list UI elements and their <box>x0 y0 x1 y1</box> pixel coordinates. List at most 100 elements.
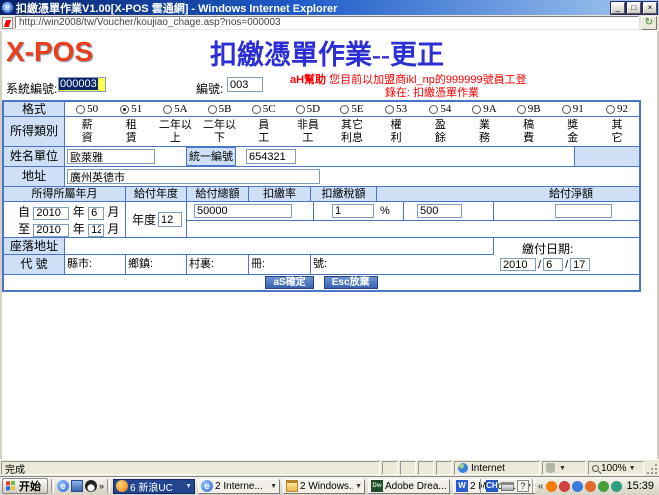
from-month-input[interactable] <box>88 207 104 220</box>
word-icon: W <box>456 480 468 492</box>
format-radio-91[interactable]: 91 <box>551 102 595 116</box>
system-no-input[interactable]: 000003 <box>58 77 106 92</box>
address-row <box>65 167 639 187</box>
qq-icon[interactable] <box>85 480 97 492</box>
uniform-no-input[interactable] <box>246 149 296 164</box>
zoom-control[interactable]: 100% ▼ <box>588 461 644 475</box>
code-field-1[interactable]: 縣市: <box>65 255 126 274</box>
radio-icon <box>385 105 394 114</box>
address-input[interactable]: http://win2008/tw/Voucher/koujiao_chage.… <box>15 16 639 29</box>
alert-icon[interactable] <box>585 481 596 492</box>
protected-mode-panel[interactable]: ▼ <box>542 461 586 475</box>
pay-date-day-input[interactable] <box>570 258 590 271</box>
period-cell: 自 年 月 至 年 月 <box>4 202 126 238</box>
uc-icon[interactable] <box>546 481 557 492</box>
format-radio-51[interactable]: 51 <box>109 102 153 116</box>
resize-grip[interactable] <box>646 461 658 475</box>
close-button[interactable]: × <box>643 2 657 14</box>
total-input[interactable] <box>194 204 292 218</box>
format-radio-54[interactable]: 54 <box>418 102 462 116</box>
format-label: 格式 <box>4 102 65 117</box>
code-field-3[interactable]: 村裏: <box>187 255 249 274</box>
name-label: 姓名單位 <box>4 147 65 167</box>
language-indicator[interactable]: CH <box>486 480 498 492</box>
name-input[interactable] <box>67 149 155 164</box>
page-icon <box>2 17 13 29</box>
format-radio-5A[interactable]: 5A <box>153 102 197 116</box>
update-icon[interactable] <box>598 481 609 492</box>
cancel-button[interactable]: Esc放棄 <box>324 276 378 289</box>
category-line1: 非員 <box>286 119 330 132</box>
chevron-down-icon[interactable]: ▼ <box>270 483 277 490</box>
globe-icon <box>458 463 468 473</box>
qq-icon[interactable] <box>559 481 570 492</box>
windows-flag-icon <box>6 480 16 491</box>
category-line2: 利 <box>374 132 418 145</box>
pay-date-label: 繳付日期: <box>494 238 639 257</box>
to-month-input[interactable] <box>88 224 104 237</box>
minimize-button[interactable]: _ <box>611 2 625 14</box>
notification-icons <box>546 481 622 492</box>
refresh-icon[interactable]: ↻ <box>641 16 657 30</box>
net-header: 給付淨額 <box>377 187 639 202</box>
show-desktop-icon[interactable] <box>71 480 83 492</box>
chevron-down-icon[interactable]: ▼ <box>355 483 362 490</box>
rate-input[interactable] <box>332 204 374 218</box>
format-radio-5D[interactable]: 5D <box>286 102 330 116</box>
code-field-4[interactable]: 冊: <box>249 255 311 274</box>
task-button-4[interactable]: DwAdobe Drea... <box>368 479 450 494</box>
code-field-2[interactable]: 鄉鎮: <box>126 255 187 274</box>
code-field-5[interactable]: 號: <box>311 255 494 274</box>
maximize-button[interactable]: □ <box>627 2 641 14</box>
format-radio-5B[interactable]: 5B <box>197 102 241 116</box>
status-segment <box>418 461 434 475</box>
pay-date-month-input[interactable] <box>543 258 563 271</box>
category-line2: 費 <box>507 132 551 145</box>
sync-icon[interactable] <box>611 481 622 492</box>
category-item: 獎金 <box>551 119 595 145</box>
year-suffix: 年 <box>73 205 85 219</box>
task-button-1[interactable]: 6 新浪UC▼ <box>113 479 195 494</box>
format-radio-group: 50515A5B5C5D 5E 53549A9B9192 <box>65 102 639 117</box>
chevron-down-icon[interactable]: ▼ <box>185 483 192 490</box>
to-year-input[interactable] <box>33 224 69 237</box>
address-input[interactable] <box>67 169 320 184</box>
from-year-input[interactable] <box>33 207 69 220</box>
percent-sign: % <box>380 205 390 217</box>
pay-date-cell: 繳付日期: / / <box>494 238 639 275</box>
format-radio-9B[interactable]: 9B <box>507 102 551 116</box>
pay-year-input[interactable] <box>158 212 182 227</box>
no-input[interactable] <box>227 77 263 92</box>
format-radio-50[interactable]: 50 <box>65 102 109 116</box>
tax-input[interactable] <box>417 204 462 218</box>
task-button-2[interactable]: e2 Interne...▼ <box>198 479 280 494</box>
category-item: 非員工 <box>286 119 330 145</box>
format-radio-53[interactable]: 53 <box>374 102 418 116</box>
site-address-cell[interactable] <box>65 238 494 255</box>
format-radio-label: 5E <box>351 103 363 115</box>
net-input[interactable] <box>555 204 612 218</box>
help-icon[interactable]: ? <box>517 480 529 492</box>
category-line2: 賃 <box>109 132 153 145</box>
format-radio-5C[interactable]: 5C <box>242 102 286 116</box>
printer-icon[interactable] <box>501 482 514 491</box>
format-radio-5E[interactable]: 5E <box>330 102 374 116</box>
quick-launch-overflow[interactable]: » <box>99 481 104 491</box>
format-radio-92[interactable]: 92 <box>595 102 639 116</box>
task-button-3[interactable]: 2 Windows...▼ <box>283 479 365 494</box>
category-line2: 工 <box>242 132 286 145</box>
category-line1: 其它 <box>330 119 374 132</box>
format-radio-9A[interactable]: 9A <box>462 102 506 116</box>
ie-icon: e <box>2 2 13 13</box>
confirm-button[interactable]: aS確定 <box>265 276 313 289</box>
start-button[interactable]: 开始 <box>2 478 48 494</box>
category-item: 稿費 <box>507 119 551 145</box>
collapse-chevron-icon[interactable]: « <box>538 481 544 492</box>
pay-date-year-input[interactable] <box>500 258 536 271</box>
help-link[interactable]: aH幫助 <box>290 74 326 86</box>
taskbar-divider <box>480 479 483 493</box>
ie-icon[interactable]: e <box>57 480 69 492</box>
messenger-icon[interactable] <box>572 481 583 492</box>
dreamweaver-icon: Dw <box>371 480 383 492</box>
category-item: 其它 <box>595 119 639 145</box>
